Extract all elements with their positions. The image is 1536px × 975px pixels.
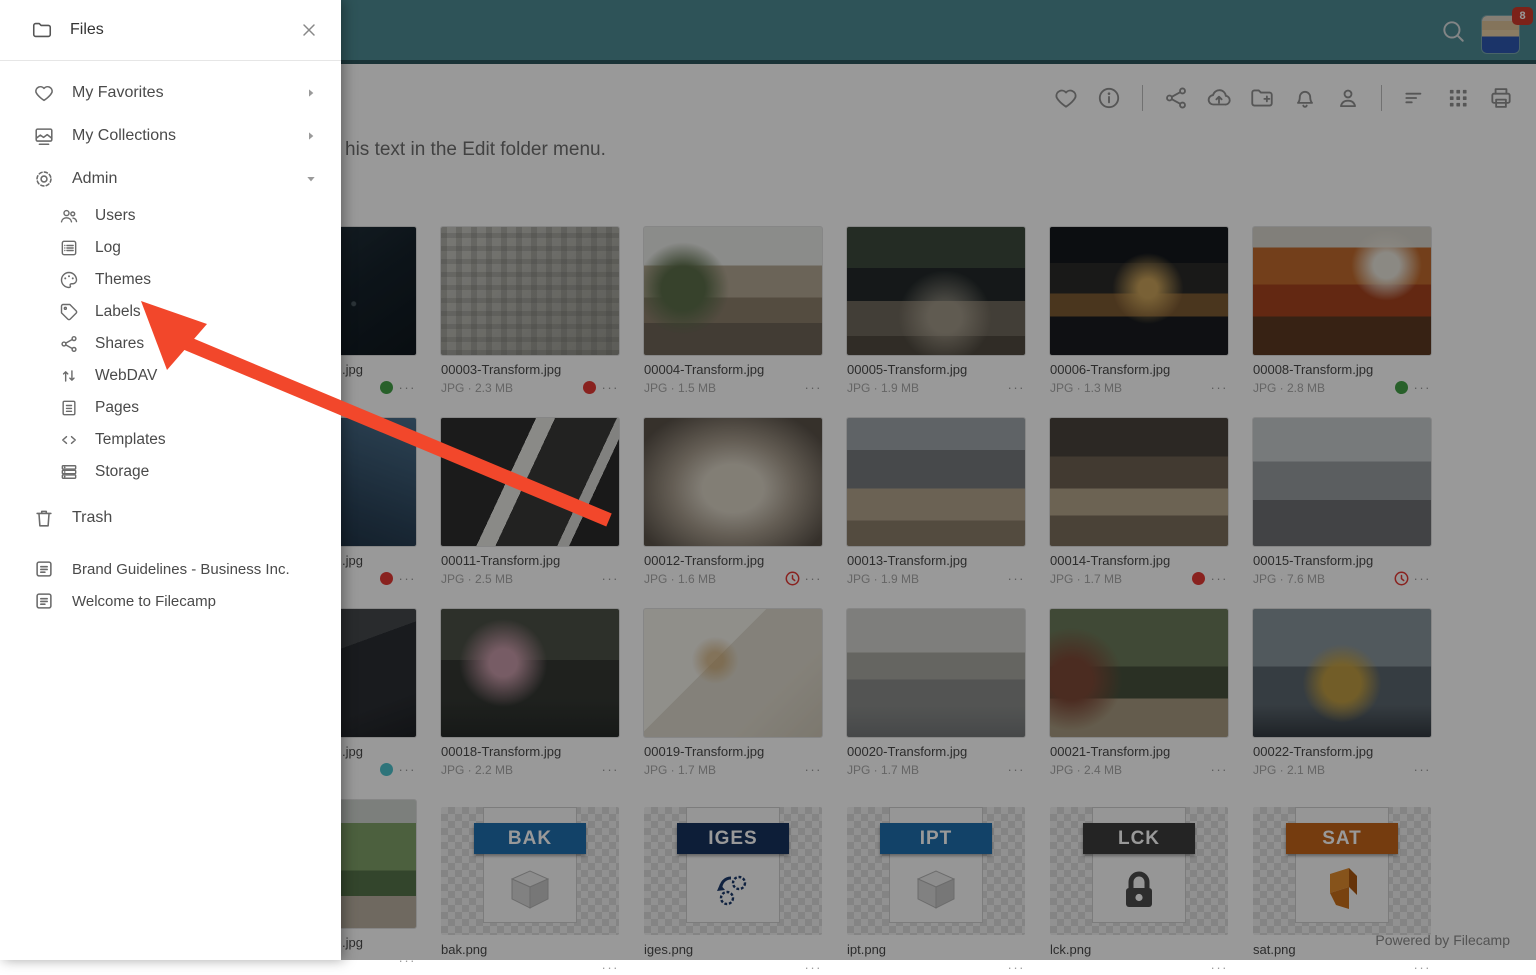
heart-icon bbox=[33, 82, 55, 104]
sidebar-item-label: Themes bbox=[95, 271, 151, 289]
sidebar-item-themes[interactable]: Themes bbox=[0, 264, 341, 296]
document-icon bbox=[33, 590, 55, 612]
file-meta: ··· bbox=[1253, 960, 1431, 975]
label-icon bbox=[59, 302, 79, 322]
sidebar-item-label: My Collections bbox=[72, 127, 176, 145]
sidebar-item-label: Templates bbox=[95, 431, 166, 449]
sidebar-item-label: Labels bbox=[95, 303, 141, 321]
sidebar-item-welcome-to-filecamp[interactable]: Welcome to Filecamp bbox=[0, 585, 341, 617]
sidebar-item-label: Shares bbox=[95, 335, 144, 353]
file-meta: ··· bbox=[847, 960, 1025, 975]
sidebar-item-label: Users bbox=[95, 207, 135, 225]
sidebar-links: Brand Guidelines - Business Inc. Welcome … bbox=[0, 553, 341, 617]
chevron-right-icon[interactable] bbox=[303, 85, 319, 101]
sidebar-title: Files bbox=[70, 21, 104, 39]
sidebar-item-label: Storage bbox=[95, 463, 149, 481]
sidebar-item-label: Welcome to Filecamp bbox=[72, 593, 216, 610]
folder-icon bbox=[31, 19, 53, 41]
sidebar-item-admin[interactable]: Admin bbox=[0, 157, 341, 200]
log-icon bbox=[59, 238, 79, 258]
sidebar-item-label: My Favorites bbox=[72, 84, 164, 102]
sidebar-item-log[interactable]: Log bbox=[0, 232, 341, 264]
sidebar-item-label: Brand Guidelines - Business Inc. bbox=[72, 561, 290, 578]
templates-icon bbox=[59, 430, 79, 450]
more-options[interactable]: ··· bbox=[1414, 963, 1432, 973]
sidebar-item-pages[interactable]: Pages bbox=[0, 392, 341, 424]
sidebar-item-users[interactable]: Users bbox=[0, 200, 341, 232]
share-icon bbox=[59, 334, 79, 354]
sidebar-item-my-collections[interactable]: My Collections bbox=[0, 114, 341, 157]
trash-icon bbox=[33, 507, 55, 529]
pages-icon bbox=[59, 398, 79, 418]
sidebar-item-brand-guidelines-business-inc[interactable]: Brand Guidelines - Business Inc. bbox=[0, 553, 341, 585]
sidebar-item-trash[interactable]: Trash bbox=[0, 496, 341, 539]
files-sidebar: Files My Favorites My Collections Admin Us… bbox=[0, 0, 341, 960]
file-meta: ··· bbox=[441, 960, 619, 975]
themes-icon bbox=[59, 270, 79, 290]
sidebar-item-label: Admin bbox=[72, 170, 117, 188]
more-options[interactable]: ··· bbox=[1008, 963, 1026, 973]
sidebar-item-label: Log bbox=[95, 239, 121, 257]
admin-submenu: Users Log Themes Labels Shares WebDAV Pages Tem… bbox=[0, 200, 341, 488]
file-meta: ··· bbox=[1050, 960, 1228, 975]
more-options[interactable]: ··· bbox=[1211, 963, 1229, 973]
sidebar-item-label: Trash bbox=[72, 509, 112, 527]
sidebar-item-label: Pages bbox=[95, 399, 139, 417]
sidebar-item-shares[interactable]: Shares bbox=[0, 328, 341, 360]
sidebar-top-items: My Favorites My Collections Admin bbox=[0, 71, 341, 200]
sidebar-item-storage[interactable]: Storage bbox=[0, 456, 341, 488]
more-options[interactable]: ··· bbox=[805, 963, 823, 973]
users-icon bbox=[59, 206, 79, 226]
sidebar-item-my-favorites[interactable]: My Favorites bbox=[0, 71, 341, 114]
sidebar-item-label: WebDAV bbox=[95, 367, 157, 385]
chevron-down-icon[interactable] bbox=[303, 171, 319, 187]
storage-icon bbox=[59, 462, 79, 482]
sidebar-item-templates[interactable]: Templates bbox=[0, 424, 341, 456]
sidebar-item-webdav[interactable]: WebDAV bbox=[0, 360, 341, 392]
collections-icon bbox=[33, 125, 55, 147]
sidebar-header: Files bbox=[0, 0, 341, 61]
webdav-icon bbox=[59, 366, 79, 386]
more-options[interactable]: ··· bbox=[602, 963, 620, 973]
sidebar-item-labels[interactable]: Labels bbox=[0, 296, 341, 328]
document-icon bbox=[33, 558, 55, 580]
trash-row: Trash bbox=[0, 496, 341, 539]
chevron-right-icon[interactable] bbox=[303, 128, 319, 144]
file-meta: ··· bbox=[644, 960, 822, 975]
gear-icon bbox=[33, 168, 55, 190]
close-icon[interactable] bbox=[299, 20, 319, 40]
